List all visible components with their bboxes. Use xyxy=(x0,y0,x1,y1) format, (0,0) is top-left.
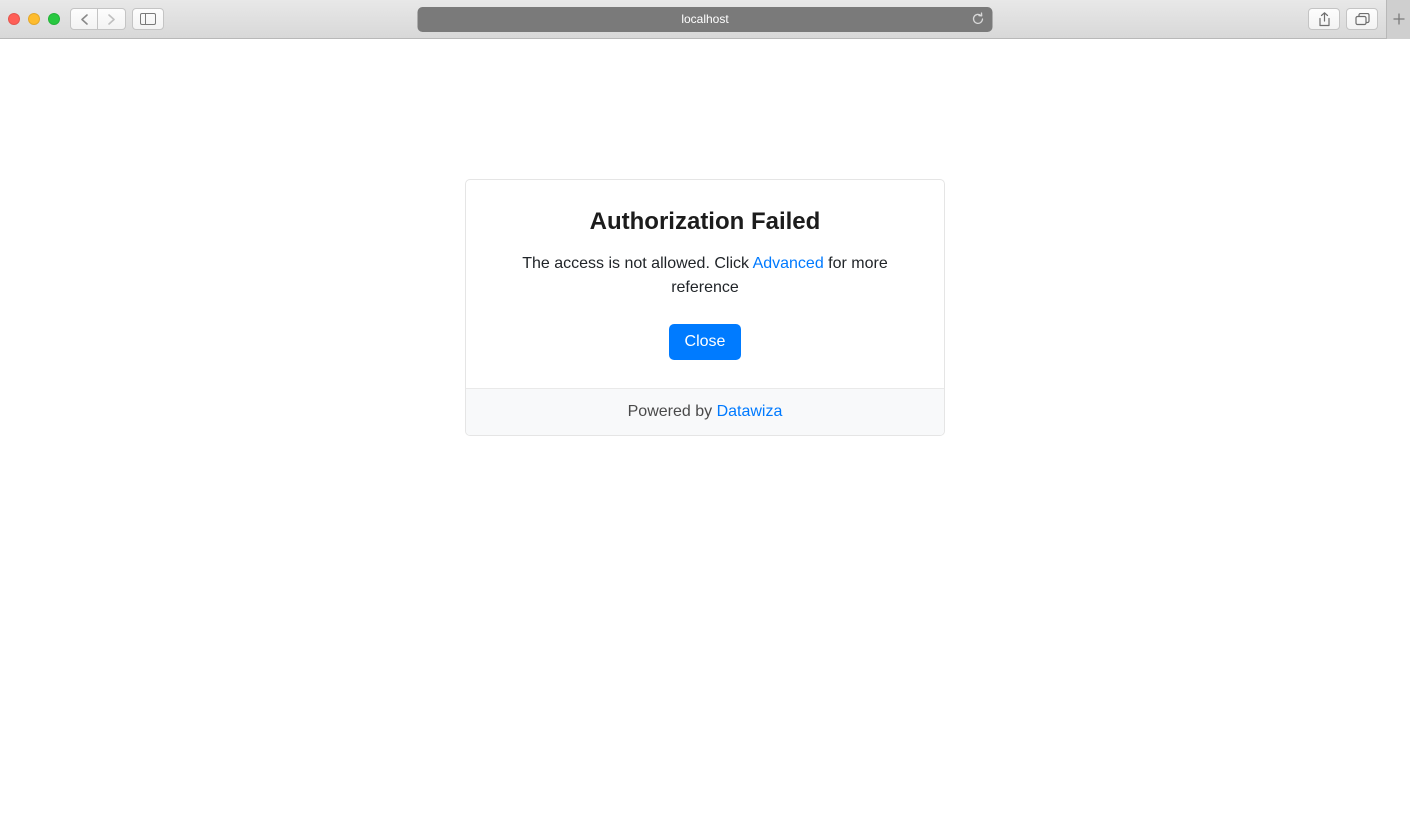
powered-by-text: Powered by xyxy=(628,403,717,420)
plus-icon xyxy=(1393,13,1405,25)
toolbar-right xyxy=(1308,0,1402,39)
forward-button[interactable] xyxy=(98,8,126,30)
chevron-right-icon xyxy=(107,14,116,25)
minimize-window-button[interactable] xyxy=(28,13,40,25)
window-controls xyxy=(8,13,60,25)
page-content: Authorization Failed The access is not a… xyxy=(0,39,1410,828)
tabs-button[interactable] xyxy=(1346,8,1378,30)
dialog-body: Authorization Failed The access is not a… xyxy=(466,180,944,388)
tabs-icon xyxy=(1355,13,1370,26)
dialog-title: Authorization Failed xyxy=(496,208,914,236)
chevron-left-icon xyxy=(80,14,89,25)
authorization-dialog: Authorization Failed The access is not a… xyxy=(465,179,945,436)
sidebar-icon xyxy=(140,13,156,25)
address-bar[interactable]: localhost xyxy=(418,7,993,32)
close-window-button[interactable] xyxy=(8,13,20,25)
new-tab-button[interactable] xyxy=(1386,0,1410,39)
dialog-footer: Powered by Datawiza xyxy=(466,388,944,435)
back-button[interactable] xyxy=(70,8,98,30)
browser-toolbar: localhost xyxy=(0,0,1410,39)
dialog-message: The access is not allowed. Click Advance… xyxy=(496,252,914,300)
advanced-link[interactable]: Advanced xyxy=(753,255,824,272)
share-button[interactable] xyxy=(1308,8,1340,30)
reload-button[interactable] xyxy=(972,12,985,26)
message-text-before: The access is not allowed. Click xyxy=(522,255,752,272)
maximize-window-button[interactable] xyxy=(48,13,60,25)
navigation-buttons xyxy=(70,8,126,30)
url-text: localhost xyxy=(681,12,728,26)
share-icon xyxy=(1318,12,1331,27)
sidebar-toggle-button[interactable] xyxy=(132,8,164,30)
close-button[interactable]: Close xyxy=(669,324,742,360)
reload-icon xyxy=(972,12,985,26)
brand-link[interactable]: Datawiza xyxy=(717,403,783,420)
